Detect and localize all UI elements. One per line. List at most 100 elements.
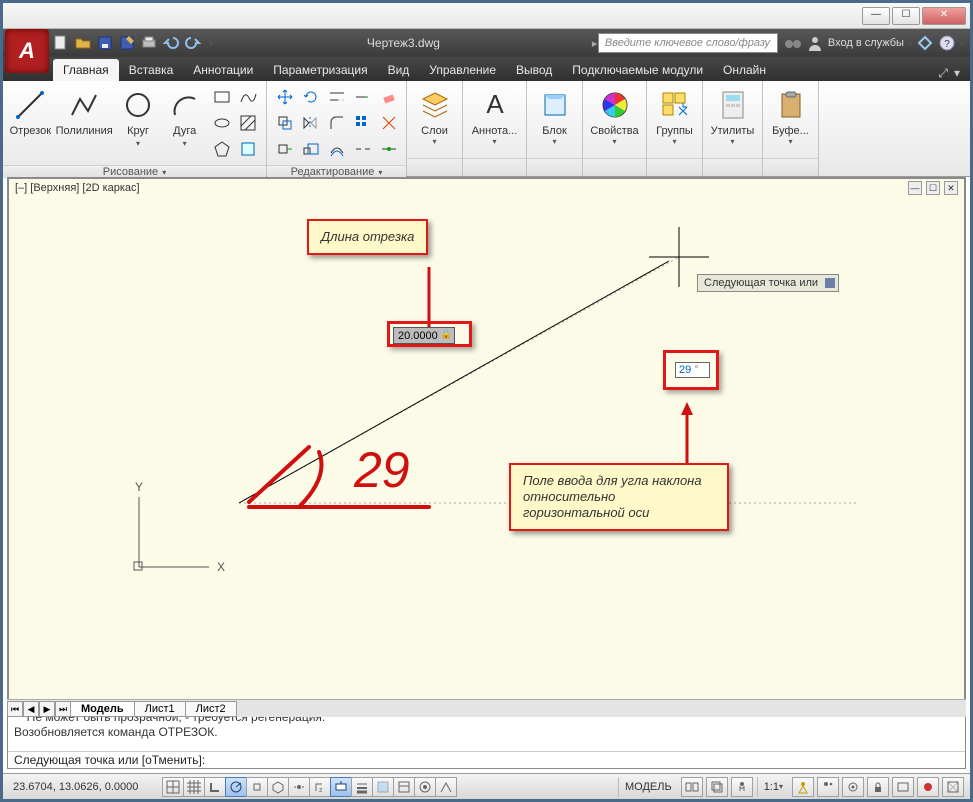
toolbar-lock[interactable] xyxy=(867,777,889,797)
properties-button[interactable]: Свойства▾ xyxy=(591,85,639,146)
ribbon-expand-icon[interactable]: ⤢ xyxy=(938,66,948,81)
viewport-close-button[interactable]: ✕ xyxy=(944,181,958,195)
saveas-icon[interactable] xyxy=(119,35,135,51)
dynamic-length-field[interactable]: 20.0000 🔒 xyxy=(393,327,455,344)
transparency-toggle[interactable] xyxy=(372,777,394,797)
clean-screen[interactable] xyxy=(942,777,964,797)
canvas[interactable]: X Y 29 xyxy=(9,197,964,701)
tab-home[interactable]: Главная xyxy=(53,59,119,81)
quickview-drawings[interactable] xyxy=(706,777,728,797)
grid-toggle[interactable] xyxy=(183,777,205,797)
dynamic-angle-field[interactable]: 29 xyxy=(675,362,710,378)
3dosnap-toggle[interactable] xyxy=(267,777,289,797)
open-icon[interactable] xyxy=(75,35,91,51)
window-minimize-button[interactable]: ― xyxy=(862,7,890,25)
qp-toggle[interactable] xyxy=(393,777,415,797)
help-icon[interactable]: ? xyxy=(938,34,956,52)
drawing-viewport[interactable]: [–] [Верхняя] [2D каркас] ― ☐ ✕ X Y xyxy=(7,177,966,703)
tab-output[interactable]: Вывод xyxy=(506,59,562,81)
window-maximize-button[interactable]: ☐ xyxy=(892,7,920,25)
tab-online[interactable]: Онлайн xyxy=(713,59,776,81)
groups-button[interactable]: Группы▾ xyxy=(653,85,696,146)
help-dropdown-icon[interactable]: ▾ xyxy=(960,39,964,48)
tab-layout1[interactable]: Лист1 xyxy=(134,701,186,717)
tab-nav-next[interactable]: ▶ xyxy=(39,701,55,717)
login-link[interactable]: Вход в службы xyxy=(828,37,904,49)
move-button[interactable] xyxy=(273,85,297,109)
copy-button[interactable] xyxy=(273,111,297,135)
viewport-label[interactable]: [–] [Верхняя] [2D каркас] xyxy=(15,182,140,194)
lineweight-toggle[interactable] xyxy=(351,777,373,797)
polar-toggle[interactable] xyxy=(225,777,247,797)
undo-icon[interactable] xyxy=(163,35,179,51)
qat-dropdown-icon[interactable]: ▼ xyxy=(207,39,215,48)
scale-button[interactable] xyxy=(299,137,323,161)
rectangle-button[interactable] xyxy=(210,85,234,109)
break-button[interactable] xyxy=(351,137,375,161)
dynamic-prompt[interactable]: Следующая точка или xyxy=(697,274,839,292)
search-input[interactable]: Введите ключевое слово/фразу xyxy=(598,33,778,53)
tab-nav-last[interactable]: ⏭ xyxy=(55,701,71,717)
annotation-autoscale[interactable] xyxy=(817,777,839,797)
tab-nav-prev[interactable]: ◀ xyxy=(23,701,39,717)
ribbon-minimize-icon[interactable]: ▾ xyxy=(954,66,960,81)
circle-button[interactable]: Круг▾ xyxy=(117,85,160,150)
viewport-maximize-button[interactable]: ☐ xyxy=(926,181,940,195)
exchange-icon[interactable] xyxy=(916,34,934,52)
model-space-button[interactable]: МОДЕЛЬ xyxy=(618,777,678,797)
tab-parametric[interactable]: Параметризация xyxy=(263,59,377,81)
ellipse-button[interactable] xyxy=(210,111,234,135)
save-icon[interactable] xyxy=(97,35,113,51)
isolate-objects[interactable] xyxy=(917,777,939,797)
block-button[interactable]: Блок▾ xyxy=(533,85,576,146)
dropdown-icon[interactable] xyxy=(825,278,835,288)
array-button[interactable] xyxy=(351,111,375,135)
annotation-visibility[interactable] xyxy=(792,777,814,797)
trim-button[interactable] xyxy=(325,85,349,109)
print-icon[interactable] xyxy=(141,35,157,51)
workspace-switch[interactable] xyxy=(842,777,864,797)
polyline-button[interactable]: Полилиния xyxy=(56,85,113,137)
window-close-button[interactable]: ✕ xyxy=(922,7,966,25)
region-button[interactable] xyxy=(236,137,260,161)
annotation-scale[interactable]: 1:1 ▾ xyxy=(757,777,789,797)
ortho-toggle[interactable] xyxy=(204,777,226,797)
rotate-button[interactable] xyxy=(299,85,323,109)
otrack-toggle[interactable] xyxy=(288,777,310,797)
tab-manage[interactable]: Управление xyxy=(419,59,506,81)
dyn-toggle[interactable] xyxy=(330,777,352,797)
tab-insert[interactable]: Вставка xyxy=(119,59,184,81)
annotation-scale-icon[interactable] xyxy=(731,777,753,797)
snap-toggle[interactable] xyxy=(162,777,184,797)
hatch-button[interactable] xyxy=(236,111,260,135)
annotation-button[interactable]: A Аннота...▾ xyxy=(471,85,519,146)
osnap-toggle[interactable] xyxy=(246,777,268,797)
utilities-button[interactable]: Утилиты▾ xyxy=(709,85,756,146)
app-logo[interactable]: A xyxy=(5,29,49,73)
tab-annotate[interactable]: Аннотации xyxy=(183,59,263,81)
layers-button[interactable]: Слои▾ xyxy=(413,85,456,146)
explode-button[interactable] xyxy=(377,111,401,135)
login-dropdown-icon[interactable]: ▾ xyxy=(908,39,912,48)
offset-button[interactable] xyxy=(325,137,349,161)
extend-button[interactable] xyxy=(351,85,375,109)
quickview-layouts[interactable] xyxy=(681,777,703,797)
tab-view[interactable]: Вид xyxy=(378,59,420,81)
mirror-button[interactable] xyxy=(299,111,323,135)
sc-toggle[interactable] xyxy=(414,777,436,797)
tab-model[interactable]: Модель xyxy=(70,701,135,717)
line-button[interactable]: Отрезок xyxy=(9,85,52,137)
polygon-button[interactable] xyxy=(210,137,234,161)
new-icon[interactable] xyxy=(53,35,69,51)
join-button[interactable] xyxy=(377,137,401,161)
fillet-button[interactable] xyxy=(325,111,349,135)
hardware-accel[interactable] xyxy=(892,777,914,797)
binoculars-icon[interactable] xyxy=(784,34,802,52)
erase-button[interactable] xyxy=(377,85,401,109)
clipboard-button[interactable]: Буфе...▾ xyxy=(769,85,812,146)
ducs-toggle[interactable]: z xyxy=(309,777,331,797)
am-toggle[interactable] xyxy=(435,777,457,797)
stretch-button[interactable] xyxy=(273,137,297,161)
tab-plugins[interactable]: Подключаемые модули xyxy=(562,59,713,81)
viewport-minimize-button[interactable]: ― xyxy=(908,181,922,195)
